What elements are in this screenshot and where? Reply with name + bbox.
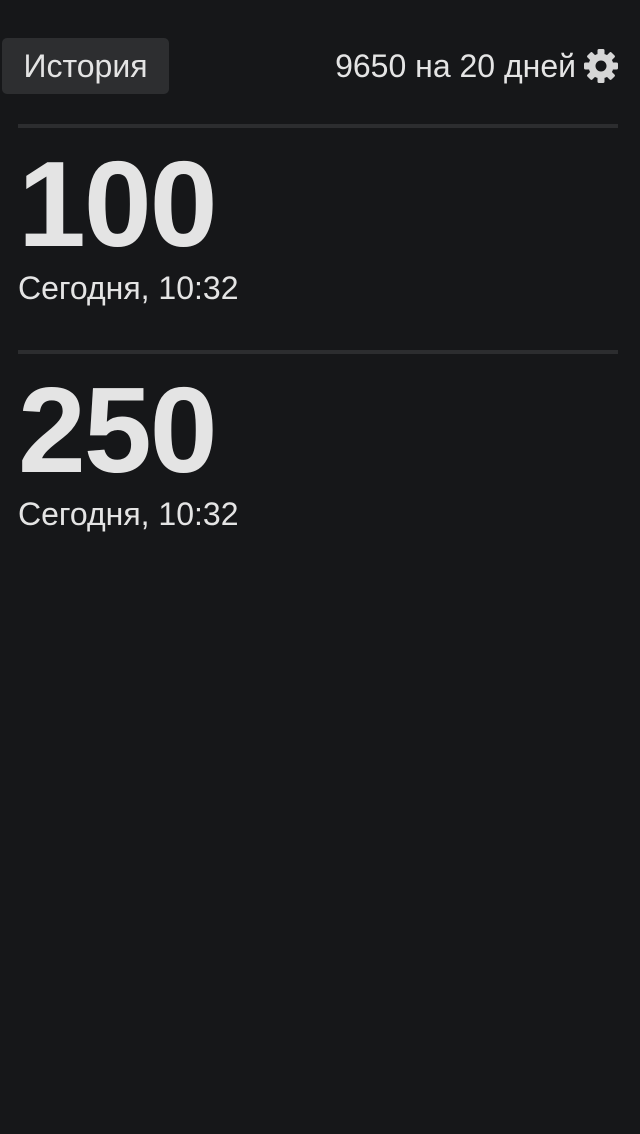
settings-button[interactable]	[583, 48, 619, 84]
balance-summary: 9650 на 20 дней	[335, 48, 576, 84]
history-button[interactable]: История	[2, 38, 169, 94]
entry-date: Сегодня, 10:32	[18, 270, 239, 306]
history-list: 100 Сегодня, 10:32 250 Сегодня, 10:32	[18, 124, 618, 576]
top-bar: История 9650 на 20 дней	[0, 0, 640, 124]
entry-date: Сегодня, 10:32	[18, 496, 239, 532]
entry-amount: 250	[18, 362, 218, 498]
entry-amount: 100	[18, 136, 218, 272]
list-item[interactable]: 100 Сегодня, 10:32	[18, 124, 618, 350]
list-item[interactable]: 250 Сегодня, 10:32	[18, 350, 618, 576]
gear-icon	[584, 49, 618, 83]
